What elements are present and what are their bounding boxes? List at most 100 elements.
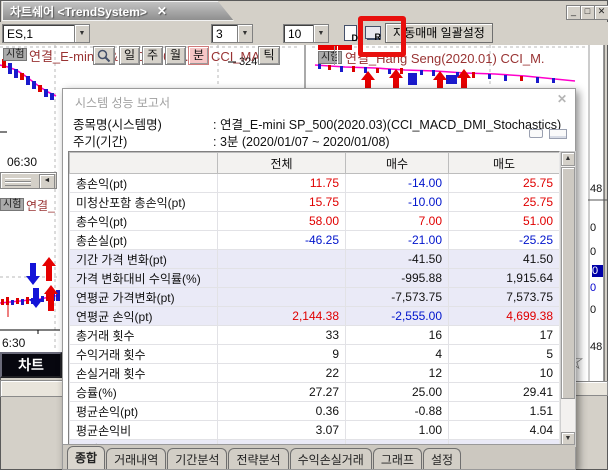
scrollbar-thumb[interactable] xyxy=(561,167,575,399)
window-title-tab[interactable]: 차트쉐어 <TrendSystem> ✕ xyxy=(2,1,234,21)
table-row[interactable]: 총거래 횟수331617 xyxy=(70,326,560,345)
cell-value: 1.51 xyxy=(449,402,560,421)
cell-value xyxy=(218,250,346,269)
table-row[interactable]: 총수익(pt)58.007.0051.00 xyxy=(70,212,560,231)
table-vertical-scrollbar[interactable]: ▲ ▼ xyxy=(560,151,576,447)
cell-value: 11.75 xyxy=(218,174,346,193)
column-header: 매수 xyxy=(346,153,449,174)
performance-table: 전체매수매도총손익(pt)11.75-14.0025.75미청산포함 총손익(p… xyxy=(69,152,560,447)
cell-value: -46.25 xyxy=(218,231,346,250)
tick-button[interactable]: 틱 xyxy=(258,46,280,65)
minute-interval-value: 3 xyxy=(216,27,223,41)
report-tab-수익손실거래[interactable]: 수익손실거래 xyxy=(290,448,372,469)
dialog-close-icon[interactable]: ✕ xyxy=(557,92,567,106)
scroll-left-icon[interactable]: ◄ xyxy=(39,174,55,189)
table-row[interactable]: 수익거래 횟수945 xyxy=(70,345,560,364)
cell-value: 25.00 xyxy=(346,383,449,402)
row-label: 총수익(pt) xyxy=(70,212,218,231)
scroll-up-icon[interactable]: ▲ xyxy=(561,152,575,166)
report-tab-그래프[interactable]: 그래프 xyxy=(373,448,422,469)
tick-count-combobox[interactable]: 10 ▼ xyxy=(283,24,329,43)
cell-value: 1.00 xyxy=(346,421,449,440)
cell-value: -2,555.00 xyxy=(346,307,449,326)
table-row[interactable]: 평균손익(pt)0.36-0.881.51 xyxy=(70,402,560,421)
cell-value: 27.27 xyxy=(218,383,346,402)
wide-window-icon[interactable] xyxy=(549,129,567,139)
panel-button-blank[interactable] xyxy=(0,380,64,397)
cell-value: 7,573.75 xyxy=(449,288,560,307)
maximize-button[interactable]: □ xyxy=(580,5,595,20)
cell-value: 5 xyxy=(449,345,560,364)
performance-report-dialog: 시스템 성능 보고서 ✕ 종목명(시스템명): 연결_E-mini SP_500… xyxy=(62,88,576,470)
symbol-value: ES,1 xyxy=(7,27,33,41)
cell-value: 58.00 xyxy=(218,212,346,231)
row-label: 미청산포함 총손익(pt) xyxy=(70,193,218,212)
table-row[interactable]: 미청산포함 총손익(pt)15.75-10.0025.75 xyxy=(70,193,560,212)
table-row[interactable]: 평균손익비3.071.004.04 xyxy=(70,421,560,440)
cell-value: -41.50 xyxy=(346,250,449,269)
right-axis-label: 0 xyxy=(590,222,607,234)
right-axis-label-current: 0 xyxy=(592,265,603,277)
left-bottom-chart-title: 연결_ xyxy=(26,197,55,214)
close-button[interactable]: ✕ xyxy=(594,5,608,20)
period-minute-button[interactable]: 분 xyxy=(188,46,209,65)
test-badge: 시험 xyxy=(3,48,27,61)
search-button[interactable] xyxy=(93,46,115,65)
chevron-down-icon[interactable]: ▼ xyxy=(74,25,89,42)
table-row[interactable]: 총손익(pt)11.75-14.0025.75 xyxy=(70,174,560,193)
table-row[interactable]: 가격 변화대비 수익률(%)-995.881,915.64 xyxy=(70,269,560,288)
report-table-container: 전체매수매도총손익(pt)11.75-14.0025.75미청산포함 총손익(p… xyxy=(68,151,560,447)
horizontal-scrollbar[interactable]: ◄ xyxy=(0,172,57,189)
row-label: 승률(%) xyxy=(70,383,218,402)
small-window-icon[interactable] xyxy=(529,129,543,138)
cell-value: -10.00 xyxy=(346,193,449,212)
cell-value: 16 xyxy=(346,326,449,345)
minute-interval-combobox[interactable]: 3 ▼ xyxy=(211,24,253,43)
column-header: 전체 xyxy=(218,153,346,174)
table-row[interactable]: 기간 가격 변화(pt)-41.5041.50 xyxy=(70,250,560,269)
dialog-title: 시스템 성능 보고서 xyxy=(75,94,170,111)
column-header: 매도 xyxy=(449,153,560,174)
chart-panel-button[interactable]: 차트 xyxy=(0,352,62,378)
buy-signal-block xyxy=(446,75,457,84)
cell-value: 12 xyxy=(346,364,449,383)
table-row[interactable]: 총손실(pt)-46.25-21.00-25.25 xyxy=(70,231,560,250)
buy-signal-block xyxy=(408,73,417,85)
cell-value: -995.88 xyxy=(346,269,449,288)
symbol-combobox[interactable]: ES,1 ▼ xyxy=(2,24,90,43)
cell-value xyxy=(218,288,346,307)
table-row[interactable]: 손실거래 횟수221210 xyxy=(70,364,560,383)
cell-value: 29.41 xyxy=(449,383,560,402)
tab-close-icon[interactable]: ✕ xyxy=(157,4,167,18)
period-week-button[interactable]: 주 xyxy=(142,46,163,65)
report-tab-설정[interactable]: 설정 xyxy=(423,448,461,469)
time-axis-label: 6:30 xyxy=(2,336,25,350)
row-label: 총손익(pt) xyxy=(70,174,218,193)
table-row[interactable]: 연평균 손익(pt)2,144.38-2,555.004,699.38 xyxy=(70,307,560,326)
cell-value: 25.75 xyxy=(449,193,560,212)
chevron-down-icon[interactable]: ▼ xyxy=(313,25,328,42)
table-row[interactable]: 승률(%)27.2725.0029.41 xyxy=(70,383,560,402)
cell-value: 4.04 xyxy=(449,421,560,440)
cell-value: 4 xyxy=(346,345,449,364)
test-badge: 시험 xyxy=(0,198,24,211)
report-tab-종합[interactable]: 종합 xyxy=(67,446,105,469)
report-tab-거래내역[interactable]: 거래내역 xyxy=(106,448,166,469)
cell-value: 4,699.38 xyxy=(449,307,560,326)
row-label: 손실거래 횟수 xyxy=(70,364,218,383)
period-info-row: 주기(기간): 3분 (2020/01/07 ~ 2020/01/08) xyxy=(73,131,390,150)
report-tab-기간분석[interactable]: 기간분석 xyxy=(167,448,227,469)
minimize-button[interactable]: _ xyxy=(566,5,581,20)
chevron-down-icon[interactable]: ▼ xyxy=(237,25,252,42)
row-label: 기간 가격 변화(pt) xyxy=(70,250,218,269)
report-tab-bar: 종합거래내역기간분석전략분석수익손실거래그래프설정 xyxy=(63,444,575,469)
period-day-button[interactable]: 일 xyxy=(119,46,140,65)
period-month-button[interactable]: 월 xyxy=(165,46,186,65)
right-axis-label: 0 xyxy=(590,304,607,316)
table-row[interactable]: 연평균 가격변화(pt)-7,573.757,573.75 xyxy=(70,288,560,307)
report-tab-전략분석[interactable]: 전략분석 xyxy=(228,448,288,469)
period-info-value: : 3분 (2020/01/07 ~ 2020/01/08) xyxy=(213,135,390,149)
row-label: 평균손익(pt) xyxy=(70,402,218,421)
cell-value: 1,915.64 xyxy=(449,269,560,288)
cell-value: -21.00 xyxy=(346,231,449,250)
